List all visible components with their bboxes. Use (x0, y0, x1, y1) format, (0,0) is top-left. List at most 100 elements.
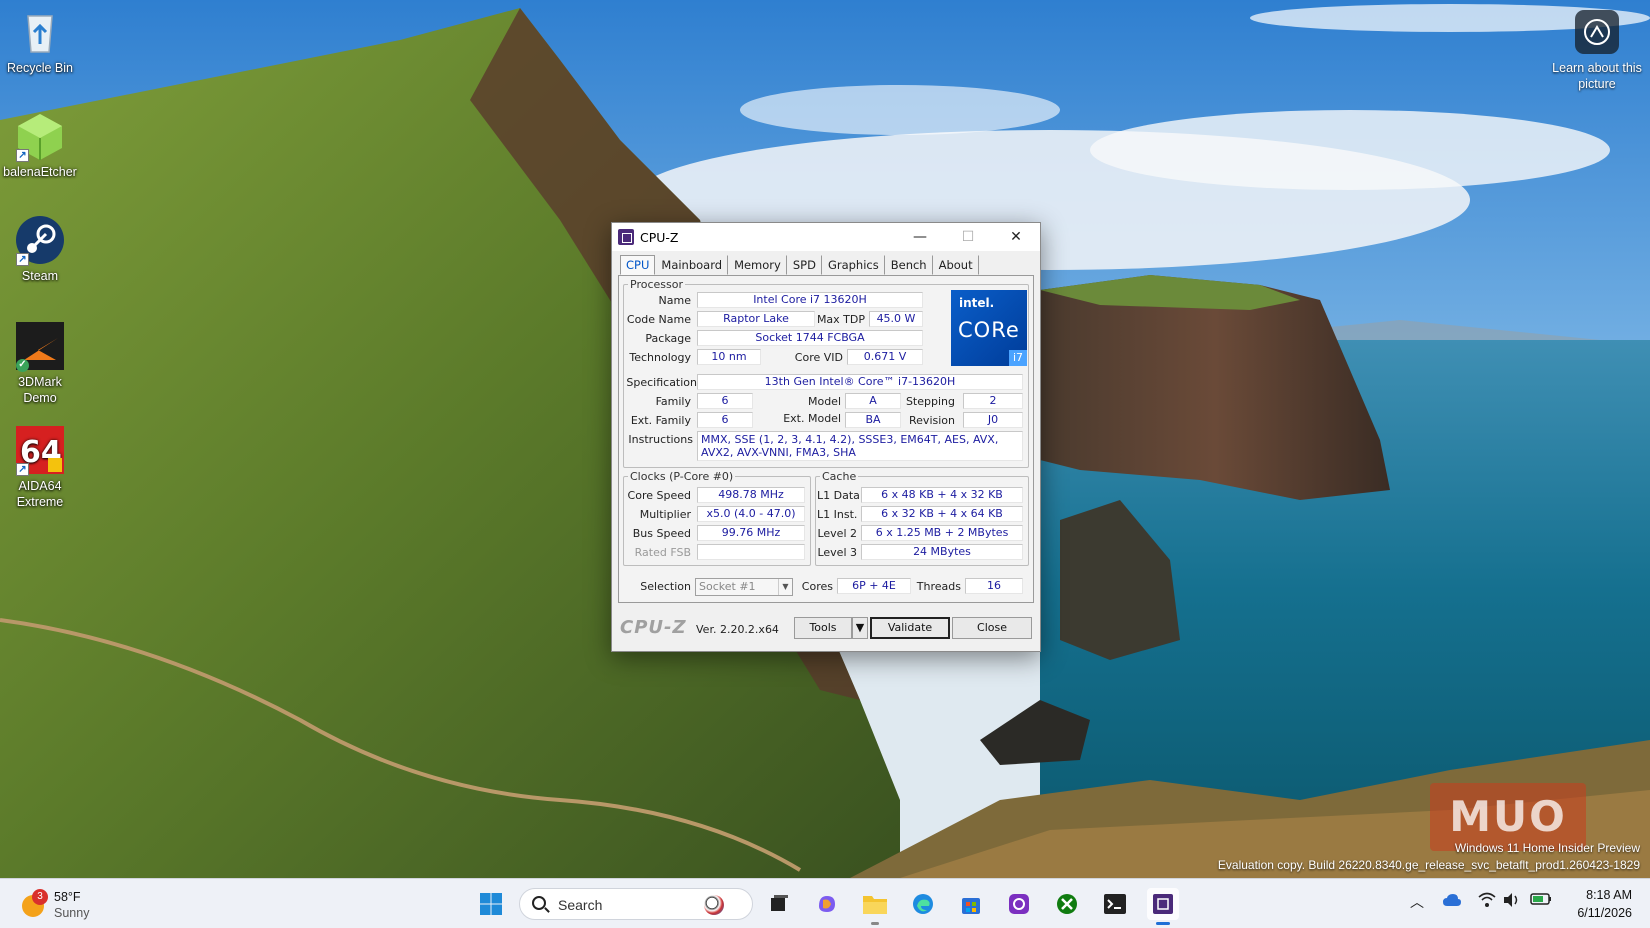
windows-logo-icon (480, 893, 502, 915)
show-hidden-icons-chevron-icon[interactable]: ︿ (1410, 892, 1424, 912)
package-value: Socket 1744 FCBGA (697, 330, 923, 346)
corespeed-value: 498.78 MHz (697, 487, 805, 503)
technology-label: Technology (629, 351, 691, 364)
busspeed-value: 99.76 MHz (697, 525, 805, 541)
corevid-value: 0.671 V (847, 349, 923, 365)
version-label: Ver. 2.20.2.x64 (696, 623, 779, 636)
busspeed-label: Bus Speed (632, 527, 691, 540)
watermark-edition: Windows 11 Home Insider Preview (1454, 841, 1640, 855)
tab-graphics[interactable]: Graphics (822, 255, 885, 275)
close-button[interactable]: Close (952, 617, 1032, 639)
cloud-sync-icon[interactable] (1442, 892, 1462, 911)
cache-legend: Cache (822, 470, 857, 483)
task-view-button[interactable] (763, 888, 795, 920)
desktop-icon-aida64[interactable]: 64 ↗ AIDA64 Extreme (0, 424, 80, 510)
technology-value: 10 nm (697, 349, 761, 365)
multiplier-value: x5.0 (4.0 - 47.0) (697, 506, 805, 522)
threads-value: 16 (965, 578, 1023, 594)
folder-icon (863, 896, 887, 914)
desktop-icon-label: Steam (21, 269, 59, 283)
copilot-button[interactable] (811, 888, 843, 920)
cpuz-taskbar-button[interactable] (1147, 888, 1179, 925)
extmodel-label: Ext. Model (783, 412, 841, 425)
maximize-button[interactable]: ☐ (944, 223, 992, 251)
desktop-icon-balenaetcher[interactable]: ↗ balenaEtcher (0, 110, 80, 180)
title-bar[interactable]: CPU-Z — ☐ ✕ (612, 223, 1040, 251)
ratedfsb-value (697, 544, 805, 560)
battery-charging-icon[interactable] (1530, 892, 1552, 909)
clock-date: 6/11/2026 (1577, 906, 1632, 920)
wifi-icon[interactable] (1478, 892, 1496, 911)
cpuz-app-icon (618, 229, 634, 245)
clocks-legend: Clocks (P-Core #0) (630, 470, 734, 483)
l1data-value: 6 x 48 KB + 4 x 32 KB (861, 487, 1023, 503)
tab-strip: CPU Mainboard Memory SPD Graphics Bench … (620, 255, 979, 275)
i7-badge: i7 (1009, 350, 1027, 366)
maxtdp-label: Max TDP (816, 313, 865, 326)
threads-label: Threads (916, 580, 961, 593)
terminal-icon (1104, 894, 1126, 914)
tools-dropdown-button[interactable]: ▼ (852, 617, 868, 639)
validate-button[interactable]: Validate (870, 617, 950, 639)
desktop-icon-steam[interactable]: ↗ Steam (0, 214, 80, 284)
desktop-icon-3dmark[interactable]: ✓ 3DMark Demo (0, 320, 80, 406)
tab-memory[interactable]: Memory (728, 255, 787, 275)
weather-condition: Sunny (54, 906, 90, 920)
tab-bench[interactable]: Bench (885, 255, 933, 275)
start-button[interactable] (475, 888, 507, 920)
processor-legend: Processor (630, 278, 683, 291)
window-footer: CPU-Z Ver. 2.20.2.x64 Tools ▼ Validate C… (612, 613, 1040, 643)
file-explorer-button[interactable] (859, 888, 891, 925)
cpuz-window: CPU-Z — ☐ ✕ CPU Mainboard Memory SPD Gra… (611, 222, 1041, 652)
edge-browser-icon (913, 894, 933, 914)
weather-widget[interactable]: 3 58°F Sunny (20, 887, 110, 923)
running-indicator (871, 922, 879, 925)
tab-spd[interactable]: SPD (787, 255, 822, 275)
balenaetcher-icon: ↗ (14, 110, 66, 162)
tab-about[interactable]: About (933, 255, 979, 275)
model-value: A (845, 393, 901, 409)
system-clock[interactable]: 8:18 AM 6/11/2026 (1577, 886, 1632, 922)
tab-cpu[interactable]: CPU (620, 255, 656, 275)
recycle-bin-icon (14, 6, 66, 58)
specification-value: 13th Gen Intel® Core™ i7-13620H (697, 374, 1023, 390)
socket-select[interactable]: Socket #1 ▼ (695, 578, 793, 596)
taskbar-search[interactable]: Search (519, 888, 753, 920)
tools-button[interactable]: Tools (794, 617, 852, 639)
xbox-icon (1057, 894, 1077, 914)
minimize-button[interactable]: — (896, 223, 944, 251)
extmodel-value: BA (845, 412, 901, 428)
cpu-tab-panel: Processor Name Intel Core i7 13620H Code… (618, 275, 1034, 603)
socket-select-value: Socket #1 (699, 580, 756, 593)
chevron-down-icon: ▼ (778, 579, 792, 595)
purple-app-icon (1009, 894, 1029, 914)
name-label: Name (658, 294, 691, 307)
clock-time: 8:18 AM (1586, 888, 1632, 902)
l1inst-value: 6 x 32 KB + 4 x 64 KB (861, 506, 1023, 522)
instructions-label: Instructions (628, 433, 693, 446)
camera-info-icon (1575, 10, 1619, 54)
tab-mainboard[interactable]: Mainboard (655, 255, 729, 275)
close-window-button[interactable]: ✕ (992, 223, 1040, 251)
learn-about-picture[interactable]: Learn about this picture (1552, 8, 1642, 92)
shortcut-arrow-icon: ↗ (16, 253, 29, 266)
xbox-button[interactable] (1051, 888, 1083, 920)
volume-icon[interactable] (1503, 892, 1521, 911)
core-wordmark: CORe (958, 318, 1020, 342)
microsoft-store-button[interactable] (955, 888, 987, 920)
extfamily-value: 6 (697, 412, 753, 428)
desktop-icon-recycle-bin[interactable]: Recycle Bin (0, 6, 80, 76)
edge-button[interactable] (907, 888, 939, 920)
check-badge-icon: ✓ (16, 359, 29, 372)
chevron-down-icon: ▼ (855, 621, 865, 634)
weather-temperature: 58°F (54, 890, 81, 904)
app-button-purple[interactable] (1003, 888, 1035, 920)
selection-label: Selection (640, 580, 691, 593)
desktop-icon-label: Recycle Bin (7, 61, 73, 75)
terminal-button[interactable] (1099, 888, 1131, 920)
task-view-icon (771, 895, 788, 911)
codename-value: Raptor Lake (697, 311, 815, 327)
intel-wordmark: intel. (959, 296, 995, 310)
stepping-value: 2 (963, 393, 1023, 409)
search-icon (532, 896, 546, 910)
